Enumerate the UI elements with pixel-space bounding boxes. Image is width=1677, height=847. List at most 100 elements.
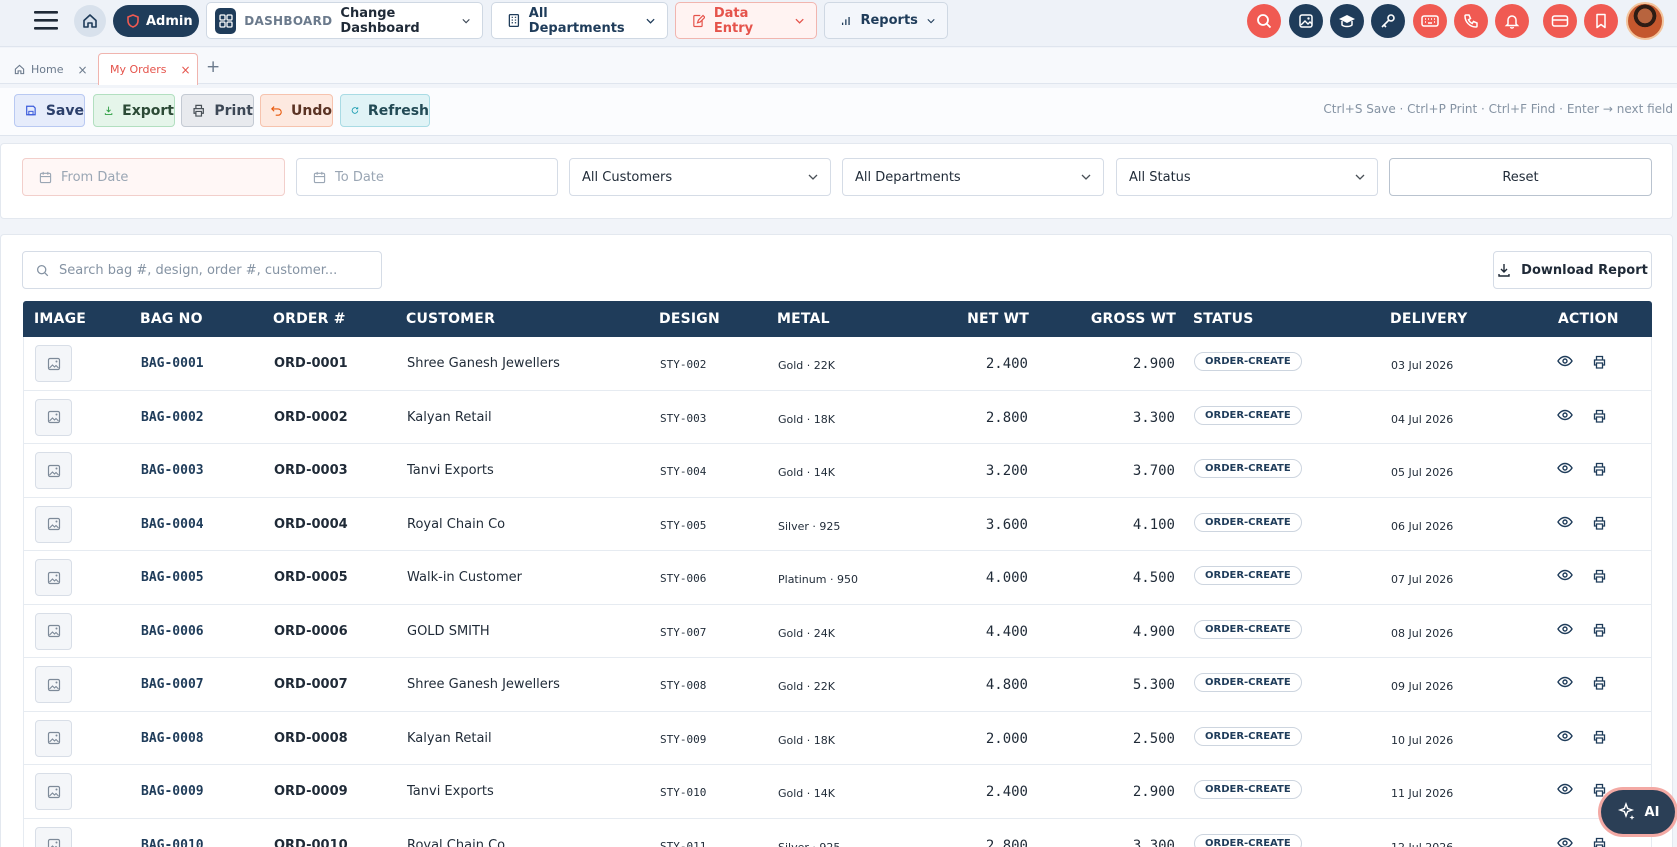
printer-icon[interactable] [1592, 409, 1607, 423]
delivery-date-cell: 03 Jul 2026 [1391, 359, 1454, 372]
add-tab-icon[interactable]: + [206, 57, 220, 77]
download-icon [1498, 264, 1510, 277]
printer-icon [193, 104, 204, 117]
graduation-cap-icon[interactable] [1330, 4, 1364, 38]
eye-icon[interactable] [1557, 516, 1573, 528]
download-report-button[interactable]: Download Report [1493, 251, 1652, 289]
calendar-icon [313, 171, 326, 183]
to-date-input[interactable]: To Date [296, 158, 558, 196]
order-no-cell: ORD-0001 [274, 356, 348, 371]
bell-icon[interactable] [1495, 4, 1529, 38]
home-button[interactable] [74, 5, 106, 37]
eye-icon[interactable] [1557, 569, 1573, 581]
table-row[interactable]: BAG-0009 ORD-0009 Tanvi Exports STY-010 Gold… [23, 765, 1652, 819]
data-entry-dropdown[interactable]: Data Entry [675, 2, 817, 39]
printer-icon[interactable] [1592, 462, 1607, 476]
customer-select[interactable]: All Customers [569, 158, 831, 196]
table-row[interactable]: BAG-0007 ORD-0007 Shree Ganesh Jewellers ST… [23, 658, 1652, 712]
export-button[interactable]: Export [93, 94, 175, 127]
bag-no-cell: BAG-0006 [141, 623, 204, 639]
printer-icon[interactable] [1592, 623, 1607, 637]
bookmark-icon[interactable] [1584, 4, 1618, 38]
image-placeholder-icon[interactable] [35, 505, 72, 543]
tab-my-orders[interactable]: My Orders × [98, 53, 198, 85]
card-icon[interactable] [1543, 4, 1577, 38]
image-placeholder-icon[interactable] [35, 559, 72, 596]
close-icon[interactable]: × [77, 63, 87, 77]
search-icon[interactable] [1247, 4, 1281, 38]
print-button[interactable]: Print [181, 94, 254, 127]
printer-icon[interactable] [1592, 569, 1607, 583]
image-placeholder-icon[interactable] [35, 719, 72, 757]
status-badge: ORDER-CREATE [1194, 673, 1302, 692]
image-placeholder-icon[interactable] [35, 345, 72, 382]
image-placeholder-icon[interactable] [35, 612, 72, 650]
tab-home[interactable]: Home × [2, 55, 92, 84]
metal-cell: Gold · 18K [778, 733, 835, 747]
image-placeholder-icon[interactable] [35, 826, 72, 847]
printer-icon[interactable] [1592, 516, 1607, 530]
table-row[interactable]: BAG-0008 ORD-0008 Kalyan Retail STY-009 Gold… [23, 711, 1652, 765]
metal-cell: Platinum · 950 [778, 573, 858, 586]
delivery-date-cell: 07 Jul 2026 [1391, 573, 1454, 586]
refresh-button[interactable]: Refresh [340, 94, 430, 127]
table-row[interactable]: BAG-0002 ORD-0002 Kalyan Retail STY-003 Gold… [23, 390, 1652, 444]
shield-icon [127, 14, 139, 28]
eye-icon[interactable] [1557, 409, 1573, 421]
gallery-icon[interactable] [1289, 4, 1323, 38]
design-cell: STY-006 [660, 572, 707, 585]
table-row[interactable]: BAG-0005 ORD-0005 Walk-in Customer STY-006 P… [23, 551, 1652, 605]
printer-icon[interactable] [1592, 730, 1607, 744]
calendar-icon [39, 171, 52, 183]
printer-icon[interactable] [1592, 837, 1607, 847]
user-avatar[interactable] [1626, 2, 1664, 40]
image-placeholder-icon[interactable] [35, 773, 72, 810]
printer-icon[interactable] [1592, 355, 1607, 369]
dashboard-dropdown[interactable]: DASHBOARD Change Dashboard [206, 2, 483, 39]
keyboard-icon[interactable] [1413, 4, 1447, 38]
image-placeholder-icon[interactable] [35, 452, 72, 489]
table-row[interactable]: BAG-0006 ORD-0006 GOLD SMITH STY-007 Gold · … [23, 604, 1652, 658]
eye-icon[interactable] [1557, 676, 1573, 688]
table-row[interactable]: BAG-0003 ORD-0003 Tanvi Exports STY-004 Gold… [23, 444, 1652, 498]
hamburger-menu-icon[interactable] [34, 9, 60, 31]
reports-dropdown[interactable]: Reports [824, 2, 948, 39]
eye-icon[interactable] [1557, 783, 1573, 795]
image-placeholder-icon[interactable] [35, 398, 72, 436]
save-button[interactable]: Save [14, 94, 85, 127]
chevron-down-icon [462, 18, 470, 23]
header-image: IMAGE [34, 311, 87, 327]
eye-icon[interactable] [1557, 623, 1573, 635]
printer-icon[interactable] [1592, 676, 1607, 690]
customer-select-value: All Customers [582, 169, 673, 185]
image-placeholder-icon[interactable] [35, 666, 72, 703]
eye-icon[interactable] [1557, 730, 1573, 742]
gross-weight-cell: 4.900 [1132, 623, 1175, 640]
eye-icon[interactable] [1557, 355, 1573, 367]
printer-icon[interactable] [1592, 783, 1607, 797]
departments-dropdown[interactable]: All Departments [491, 2, 668, 39]
net-weight-cell: 2.800 [985, 409, 1028, 426]
table-row[interactable]: BAG-0001 ORD-0001 Shree Ganesh Jewellers ST… [23, 337, 1652, 391]
eye-icon[interactable] [1557, 837, 1573, 847]
metal-cell: Gold · 18K [778, 412, 835, 426]
from-date-input[interactable]: From Date [22, 158, 285, 196]
admin-role-badge[interactable]: Admin [113, 5, 199, 37]
header-design: DESIGN [659, 311, 720, 327]
table-row[interactable]: BAG-0010 ORD-0010 Royal Chain Co STY-011 Sil… [23, 818, 1652, 847]
ai-assistant-button[interactable]: AI [1601, 790, 1675, 834]
undo-button[interactable]: Undo [260, 94, 333, 127]
search-input[interactable]: Search bag #, design, order #, customer.… [22, 251, 382, 289]
bag-no-cell: BAG-0003 [141, 463, 204, 478]
department-select[interactable]: All Departments [842, 158, 1104, 196]
chevron-down-icon [927, 18, 935, 23]
close-icon[interactable]: × [181, 63, 191, 77]
bag-no-cell: BAG-0002 [141, 409, 204, 425]
status-select[interactable]: All Status [1116, 158, 1378, 196]
table-row[interactable]: BAG-0004 ORD-0004 Royal Chain Co STY-005 Sil… [23, 497, 1652, 551]
eye-icon[interactable] [1557, 462, 1573, 474]
reset-button[interactable]: Reset [1389, 158, 1652, 196]
phone-icon[interactable] [1454, 4, 1488, 38]
design-cell: STY-009 [660, 732, 707, 746]
key-icon[interactable] [1371, 4, 1405, 38]
